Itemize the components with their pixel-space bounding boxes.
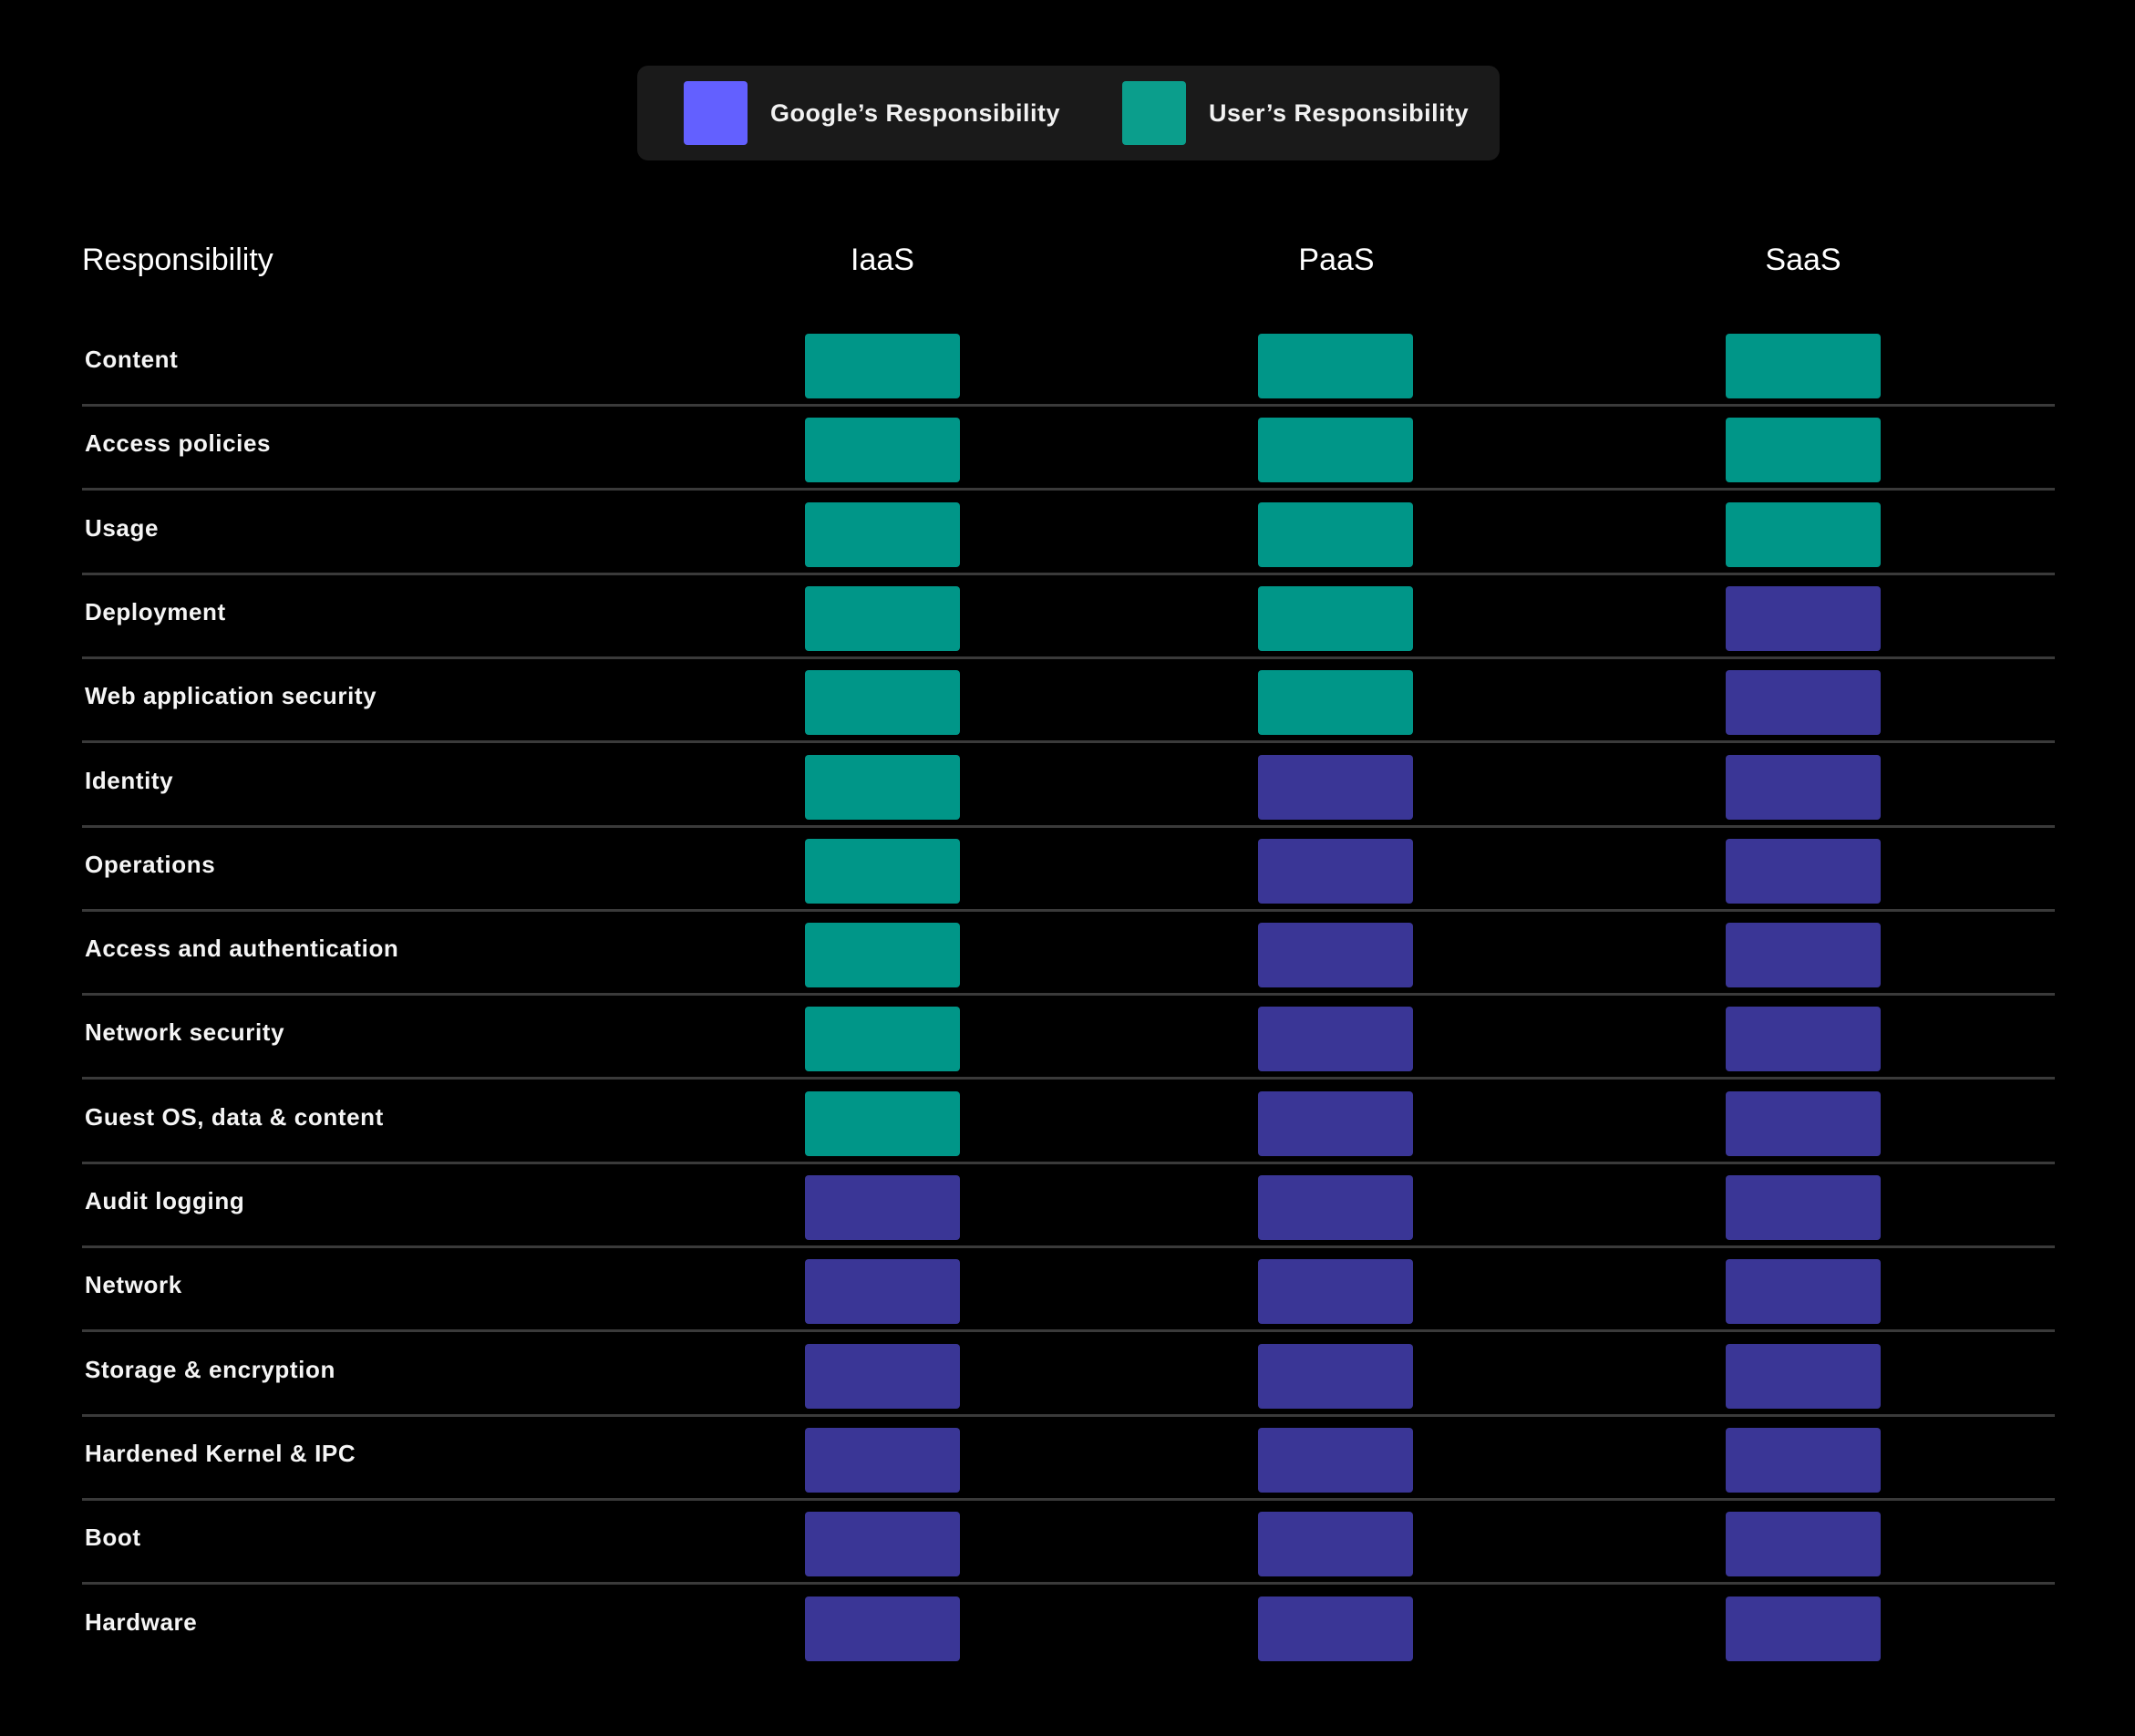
user-responsibility-cell-paas — [1258, 670, 1413, 736]
user-responsibility-swatch — [1122, 81, 1186, 145]
google-responsibility-cell-saas — [1726, 1007, 1881, 1072]
row-label: Audit logging — [85, 1187, 245, 1214]
user-responsibility-cell-saas — [1726, 418, 1881, 483]
row-label: Storage & encryption — [85, 1355, 335, 1383]
google-responsibility-cell-paas — [1258, 1090, 1413, 1156]
table-row: Network security — [82, 996, 2055, 1080]
google-responsibility-cell-iaas — [805, 1259, 960, 1325]
google-responsibility-cell-saas — [1726, 670, 1881, 736]
google-responsibility-cell-saas — [1726, 754, 1881, 820]
legend-label-user: User’s Responsibility — [1209, 98, 1470, 127]
google-responsibility-cell-saas — [1726, 585, 1881, 651]
google-responsibility-cell-iaas — [805, 1427, 960, 1493]
google-responsibility-cell-paas — [1258, 1343, 1413, 1409]
legend: Google’s Responsibility User’s Responsib… — [637, 66, 1500, 160]
google-responsibility-swatch — [684, 81, 748, 145]
row-label: Web application security — [85, 682, 377, 710]
row-label: Access and authentication — [85, 935, 399, 963]
column-header-iaas: IaaS — [851, 243, 914, 277]
column-header-responsibility: Responsibility — [82, 243, 273, 277]
table-row: Deployment — [82, 575, 2055, 659]
user-responsibility-cell-iaas — [805, 501, 960, 567]
row-label: Hardware — [85, 1607, 198, 1636]
google-responsibility-cell-saas — [1726, 1343, 1881, 1409]
table-row: Hardware — [82, 1586, 2055, 1669]
user-responsibility-cell-paas — [1258, 418, 1413, 483]
user-responsibility-cell-paas — [1258, 585, 1413, 651]
row-label: Network — [85, 1271, 182, 1299]
google-responsibility-cell-saas — [1726, 1427, 1881, 1493]
row-label: Usage — [85, 513, 160, 542]
table-row: Audit logging — [82, 1164, 2055, 1248]
google-responsibility-cell-paas — [1258, 923, 1413, 988]
row-label: Boot — [85, 1524, 141, 1552]
google-responsibility-cell-paas — [1258, 1512, 1413, 1577]
google-responsibility-cell-paas — [1258, 1596, 1413, 1661]
column-header-saas: SaaS — [1765, 243, 1841, 277]
google-responsibility-cell-iaas — [805, 1596, 960, 1661]
user-responsibility-cell-iaas — [805, 585, 960, 651]
google-responsibility-cell-iaas — [805, 1512, 960, 1577]
row-label: Identity — [85, 766, 174, 794]
table-row: Access and authentication — [82, 912, 2055, 997]
legend-label-google: Google’s Responsibility — [770, 98, 1061, 127]
google-responsibility-cell-iaas — [805, 1175, 960, 1240]
user-responsibility-cell-iaas — [805, 1007, 960, 1072]
column-header-paas: PaaS — [1298, 243, 1375, 277]
user-responsibility-cell-iaas — [805, 838, 960, 904]
user-responsibility-cell-iaas — [805, 418, 960, 483]
legend-item-google: Google’s Responsibility — [684, 81, 1060, 145]
user-responsibility-cell-iaas — [805, 670, 960, 736]
google-responsibility-cell-paas — [1258, 754, 1413, 820]
user-responsibility-cell-iaas — [805, 923, 960, 988]
table-row: Hardened Kernel & IPC — [82, 1417, 2055, 1501]
row-label: Operations — [85, 850, 216, 878]
table-row: Boot — [82, 1501, 2055, 1586]
legend-item-user: User’s Responsibility — [1122, 81, 1469, 145]
user-responsibility-cell-paas — [1258, 501, 1413, 567]
table-row: Identity — [82, 744, 2055, 828]
user-responsibility-cell-saas — [1726, 334, 1881, 398]
google-responsibility-cell-iaas — [805, 1343, 960, 1409]
google-responsibility-cell-paas — [1258, 1007, 1413, 1072]
table-row: Usage — [82, 491, 2055, 575]
user-responsibility-cell-saas — [1726, 501, 1881, 567]
google-responsibility-cell-saas — [1726, 1090, 1881, 1156]
google-responsibility-cell-saas — [1726, 838, 1881, 904]
row-label: Hardened Kernel & IPC — [85, 1439, 356, 1467]
row-label: Content — [85, 346, 179, 373]
row-label: Network security — [85, 1018, 285, 1047]
google-responsibility-cell-saas — [1726, 923, 1881, 988]
user-responsibility-cell-iaas — [805, 334, 960, 398]
table-row: Network — [82, 1248, 2055, 1333]
google-responsibility-cell-paas — [1258, 1427, 1413, 1493]
table-row: Content — [82, 323, 2055, 407]
google-responsibility-cell-saas — [1726, 1175, 1881, 1240]
google-responsibility-cell-paas — [1258, 1175, 1413, 1240]
row-label: Access policies — [85, 429, 272, 458]
user-responsibility-cell-iaas — [805, 1090, 960, 1156]
google-responsibility-cell-saas — [1726, 1512, 1881, 1577]
table-row: Web application security — [82, 659, 2055, 744]
table-row: Access policies — [82, 407, 2055, 491]
row-label: Deployment — [85, 597, 226, 625]
google-responsibility-cell-paas — [1258, 838, 1413, 904]
google-responsibility-cell-saas — [1726, 1259, 1881, 1325]
table-row: Guest OS, data & content — [82, 1080, 2055, 1164]
table-row: Storage & encryption — [82, 1333, 2055, 1417]
user-responsibility-cell-iaas — [805, 754, 960, 820]
table-row: Operations — [82, 828, 2055, 912]
google-responsibility-cell-paas — [1258, 1259, 1413, 1325]
user-responsibility-cell-paas — [1258, 334, 1413, 398]
row-label: Guest OS, data & content — [85, 1102, 384, 1131]
google-responsibility-cell-saas — [1726, 1596, 1881, 1661]
